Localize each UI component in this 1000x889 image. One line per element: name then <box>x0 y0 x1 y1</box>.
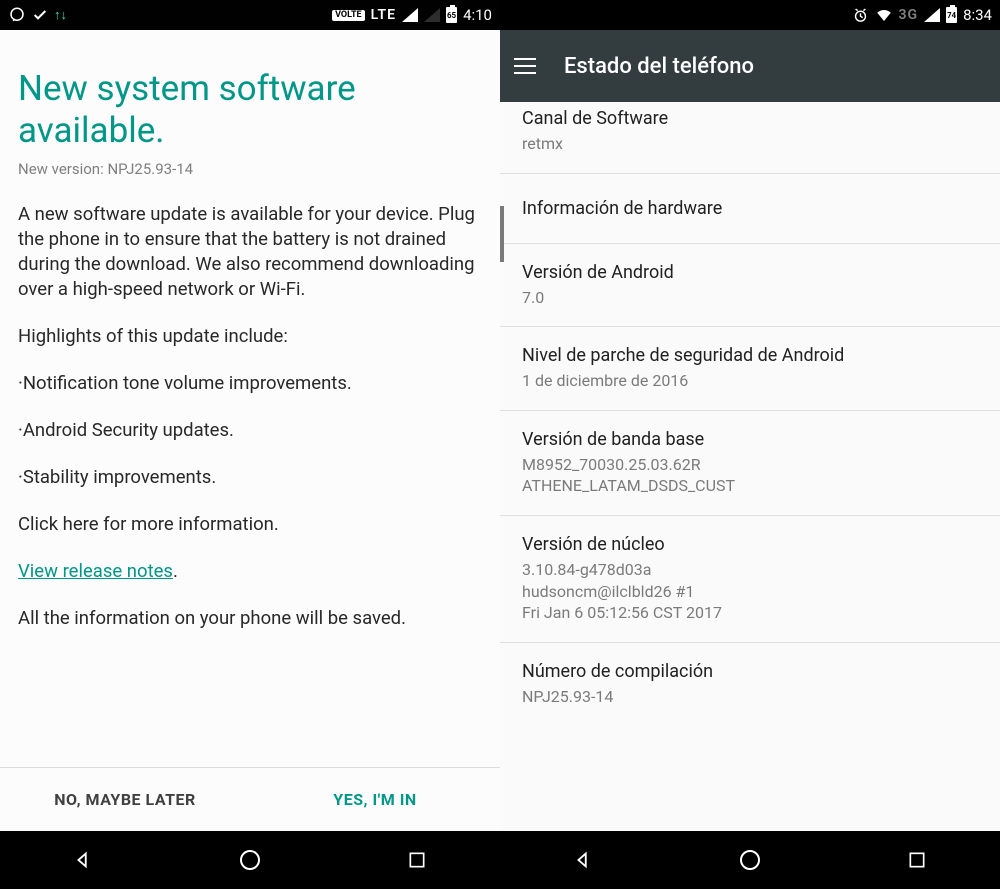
battery-icon: 65 <box>446 7 457 23</box>
setting-android-version[interactable]: Versión de Android 7.0 <box>500 244 1000 328</box>
update-version: New version: NPJ25.93-14 <box>18 160 482 178</box>
setting-hardware-info[interactable]: Información de hardware <box>500 174 1000 244</box>
statusbar-left: ↑↓ VOLTE LTE 65 4:10 <box>0 0 500 30</box>
network-label: LTE <box>371 7 396 23</box>
clock: 8:34 <box>963 6 992 24</box>
no-button[interactable]: NO, MAYBE LATER <box>0 768 250 831</box>
setting-kernel[interactable]: Versión de núcleo 3.10.84-g478d03a hudso… <box>500 516 1000 643</box>
alarm-icon <box>852 7 869 24</box>
recents-button[interactable] <box>904 847 930 873</box>
clock: 4:10 <box>463 6 492 24</box>
signal-icon <box>402 8 418 22</box>
menu-icon[interactable] <box>514 58 536 74</box>
scroll-indicator <box>500 206 504 262</box>
whatsapp-icon <box>8 6 26 24</box>
setting-security-patch[interactable]: Nivel de parche de seguridad de Android … <box>500 327 1000 411</box>
checkmark-icon <box>32 7 48 23</box>
yes-button[interactable]: YES, I'M IN <box>250 768 500 831</box>
bullet-2: ·Android Security updates. <box>18 418 482 443</box>
setting-build-number[interactable]: Número de compilación NPJ25.93-14 <box>500 643 1000 726</box>
home-button[interactable] <box>237 847 263 873</box>
wifi-icon <box>875 6 893 24</box>
release-notes-link[interactable]: View release notes <box>18 560 173 582</box>
bullet-3: ·Stability improvements. <box>18 465 482 490</box>
more-info-line: Click here for more information. <box>18 512 482 537</box>
saved-line: All the information on your phone will b… <box>18 606 482 631</box>
recents-button[interactable] <box>404 847 430 873</box>
battery-icon: 74 <box>946 7 957 23</box>
back-button[interactable] <box>70 847 96 873</box>
dialog-buttons: NO, MAYBE LATER YES, I'M IN <box>0 767 500 831</box>
home-button[interactable] <box>737 847 763 873</box>
phone-right: 3G 74 8:34 Estado del teléfono Canal de … <box>500 0 1000 889</box>
update-dialog: New system software available. New versi… <box>0 30 500 831</box>
network-label: 3G <box>899 7 919 23</box>
setting-software-channel[interactable]: Canal de Software retmx <box>500 102 1000 174</box>
update-intro: A new software update is available for y… <box>18 202 482 302</box>
highlights-heading: Highlights of this update include: <box>18 324 482 349</box>
signal-icon <box>924 8 940 22</box>
update-body: A new software update is available for y… <box>18 202 482 653</box>
data-transfer-icon: ↑↓ <box>54 7 67 23</box>
update-title: New system software available. <box>18 68 482 152</box>
bullet-1: ·Notification tone volume improvements. <box>18 371 482 396</box>
signal-icon-sim2 <box>424 8 440 22</box>
volte-badge: VOLTE <box>332 10 365 21</box>
phone-left: ↑↓ VOLTE LTE 65 4:10 New system software… <box>0 0 500 889</box>
appbar: Estado del teléfono <box>500 30 1000 102</box>
setting-baseband[interactable]: Versión de banda base M8952_70030.25.03.… <box>500 411 1000 516</box>
navbar-right <box>500 831 1000 889</box>
appbar-title: Estado del teléfono <box>564 54 754 79</box>
statusbar-right: 3G 74 8:34 <box>500 0 1000 30</box>
back-button[interactable] <box>570 847 596 873</box>
navbar-left <box>0 831 500 889</box>
settings-list[interactable]: Canal de Software retmx Información de h… <box>500 102 1000 831</box>
